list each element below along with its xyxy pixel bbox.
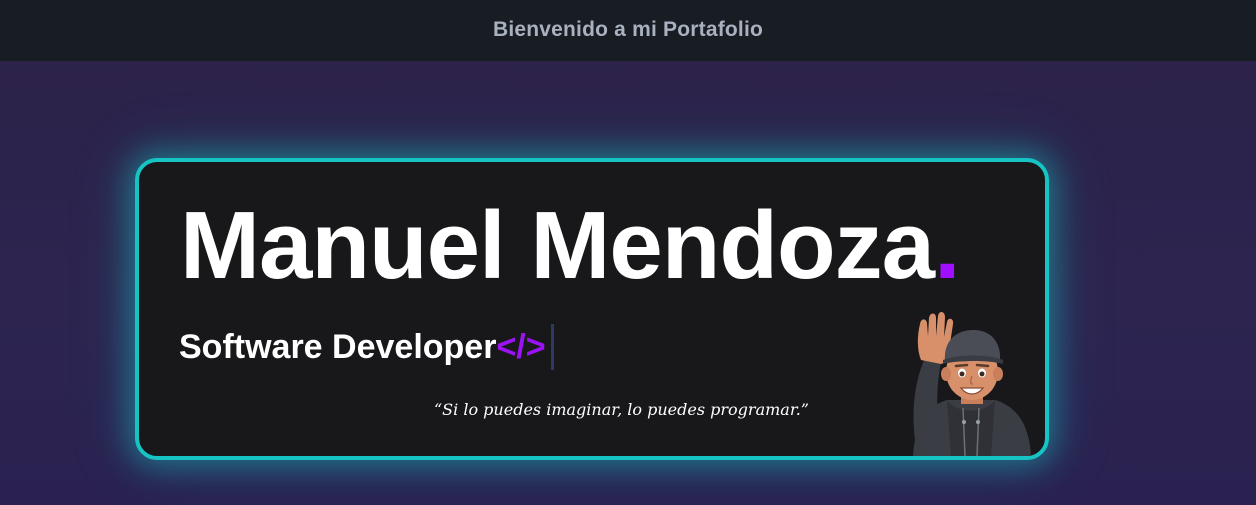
hero-name-text: Manuel Mendoza xyxy=(180,192,935,299)
hero-role: Software Developer </> xyxy=(179,324,554,370)
code-tag-icon: </> xyxy=(496,328,546,366)
typing-cursor xyxy=(550,324,554,370)
hero-name-dot: . xyxy=(934,192,961,299)
hero-card: Manuel Mendoza. Software Developer </> “… xyxy=(135,158,1049,460)
hero-quote: “Si lo puedes imaginar, lo puedes progra… xyxy=(434,400,809,419)
hero-name: Manuel Mendoza. xyxy=(180,198,961,294)
top-header: Bienvenido a mi Portafolio xyxy=(0,0,1256,61)
waving-memoji-icon xyxy=(913,311,1031,456)
role-text: Software Developer xyxy=(179,328,497,366)
header-title: Bienvenido a mi Portafolio xyxy=(492,17,764,41)
